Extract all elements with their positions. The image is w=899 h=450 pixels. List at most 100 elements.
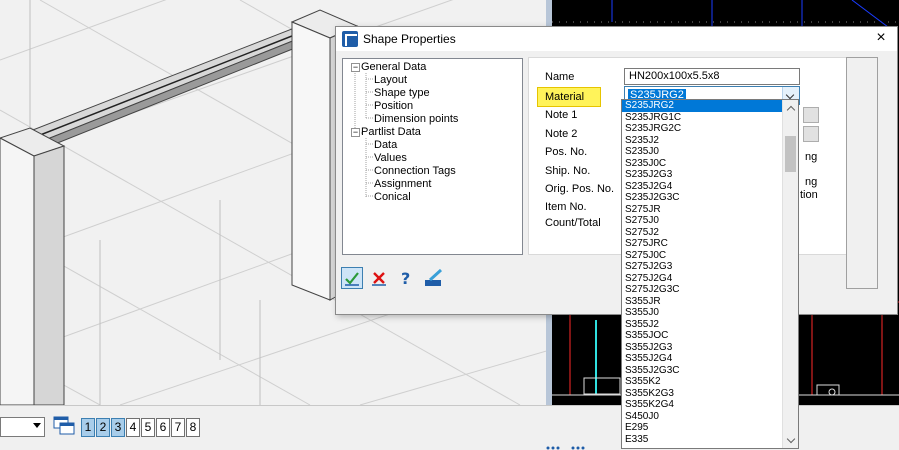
orig-pos-no-label: Orig. Pos. No.: [545, 183, 615, 195]
close-button[interactable]: ×: [871, 28, 891, 48]
dropdown-option[interactable]: S235J0C: [622, 158, 782, 170]
page-tab[interactable]: 7: [171, 418, 185, 437]
dropdown-option[interactable]: S235J2G3: [622, 169, 782, 181]
name-label: Name: [545, 71, 575, 83]
dropdown-option[interactable]: S275J2G4: [622, 273, 782, 285]
dropdown-option[interactable]: E335: [622, 434, 782, 446]
note2-button[interactable]: [803, 126, 819, 142]
ok-check-icon[interactable]: [341, 267, 363, 289]
page-tab[interactable]: 2: [96, 418, 110, 437]
status-strip-icons: [546, 446, 585, 450]
chevron-down-icon: [33, 423, 41, 428]
page-tab[interactable]: 8: [186, 418, 200, 437]
help-question-icon[interactable]: ?: [395, 267, 417, 289]
page-tab[interactable]: 4: [126, 418, 140, 437]
dropdown-option[interactable]: S235JRG1C: [622, 112, 782, 124]
layer-select[interactable]: [0, 417, 45, 437]
dropdown-option[interactable]: S235JRG2: [622, 100, 782, 112]
dropdown-option[interactable]: S275J0: [622, 215, 782, 227]
collapse-toggle-icon[interactable]: −: [351, 128, 360, 137]
dropdown-option[interactable]: E295: [622, 422, 782, 434]
tree-item[interactable]: Conical: [374, 191, 411, 204]
ship-no-label: Ship. No.: [545, 165, 591, 177]
tree-item-label: Connection Tags: [374, 165, 456, 177]
tree-item[interactable]: Connection Tags: [374, 165, 456, 178]
page-tab[interactable]: 3: [111, 418, 125, 437]
tree-item[interactable]: Dimension points: [374, 113, 458, 126]
dropdown-scrollbar[interactable]: [782, 100, 798, 448]
tree-item-label: Dimension points: [374, 113, 459, 125]
material-label: Material: [537, 87, 601, 107]
dropdown-option[interactable]: S235J0: [622, 146, 782, 158]
dropdown-option[interactable]: S235JRG2C: [622, 123, 782, 135]
dialog-titlebar[interactable]: Shape Properties ×: [336, 27, 897, 51]
edit-brush-icon[interactable]: [422, 267, 444, 289]
note1-button[interactable]: [803, 107, 819, 123]
dropdown-option[interactable]: S355K2G4: [622, 399, 782, 411]
property-tree: General Data − Layout Shape type Position Dim…: [342, 58, 523, 255]
collapse-toggle-icon[interactable]: −: [351, 63, 360, 72]
note2-label: Note 2: [545, 128, 578, 140]
partial-option-text: ng: [805, 176, 818, 188]
tree-item[interactable]: General Data: [361, 61, 426, 74]
tree-item-label: General Data: [361, 61, 427, 73]
dropdown-option[interactable]: S355K2: [622, 376, 782, 388]
dropdown-option[interactable]: S355J2G3C: [622, 365, 782, 377]
dropdown-option[interactable]: S355J0: [622, 307, 782, 319]
dropdown-option[interactable]: S275J0C: [622, 250, 782, 262]
side-panel-edge: [846, 57, 878, 289]
dropdown-option[interactable]: S355J2G4: [622, 353, 782, 365]
tree-item[interactable]: Data: [374, 139, 397, 152]
tree-connector-lines: [354, 73, 373, 197]
page-tab[interactable]: 6: [156, 418, 170, 437]
shape-properties-dialog: Shape Properties × General Data − Layout Sh…: [335, 26, 898, 315]
scrollbar-thumb[interactable]: [785, 136, 796, 172]
name-field[interactable]: HN200x100x5.5x8: [624, 68, 800, 85]
tree-item-label: Layout: [374, 74, 408, 86]
dropdown-option[interactable]: S355J2G3: [622, 342, 782, 354]
tree-item-label: Data: [374, 139, 398, 151]
dropdown-option[interactable]: S235J2G3C: [622, 192, 782, 204]
scroll-down-icon[interactable]: [783, 432, 798, 448]
partial-option-text: ng: [805, 151, 818, 163]
ok-check-glyph: [345, 272, 359, 286]
tree-item[interactable]: Position: [374, 100, 413, 113]
tree-item[interactable]: Partlist Data: [361, 126, 421, 139]
page-tab[interactable]: 1: [81, 418, 95, 437]
dialog-toolbar: ?: [341, 267, 451, 292]
count-total-label: Count/Total: [545, 217, 601, 229]
partial-option-text: tion: [800, 189, 818, 201]
cascade-windows-icon[interactable]: [52, 415, 76, 437]
dropdown-option[interactable]: S235J2G4: [622, 181, 782, 193]
dropdown-option[interactable]: S450J0: [622, 411, 782, 423]
tree-item-label: Position: [374, 100, 414, 112]
tree-item-label: Assignment: [374, 178, 432, 190]
dropdown-options: S235JRG2 S235JRG1C S235JRG2C S235J2 S235J0 S2…: [622, 100, 782, 445]
dropdown-option[interactable]: S275J2G3C: [622, 284, 782, 296]
tree-item[interactable]: Assignment: [374, 178, 431, 191]
dropdown-option[interactable]: S275JRC: [622, 238, 782, 250]
pos-no-label: Pos. No.: [545, 146, 588, 158]
cancel-x-glyph: [372, 272, 386, 286]
scroll-up-icon[interactable]: [783, 100, 798, 116]
dialog-title: Shape Properties: [363, 32, 456, 46]
tree-item-label: Values: [374, 152, 407, 164]
page-tab[interactable]: 5: [141, 418, 155, 437]
tree-item[interactable]: Layout: [374, 74, 407, 87]
tree-item[interactable]: Values: [374, 152, 407, 165]
cancel-x-icon[interactable]: [368, 267, 390, 289]
app-logo-icon: [342, 31, 358, 47]
dropdown-option[interactable]: S235J2: [622, 135, 782, 147]
dropdown-option[interactable]: S355K2G3: [622, 388, 782, 400]
dropdown-option[interactable]: S275J2G3: [622, 261, 782, 273]
material-dropdown-list[interactable]: S235JRG2 S235JRG1C S235JRG2C S235J2 S235J0 S2…: [621, 99, 799, 449]
dropdown-option[interactable]: S355J2: [622, 319, 782, 331]
svg-text:?: ?: [401, 269, 410, 288]
dropdown-option[interactable]: S355JOC: [622, 330, 782, 342]
tree-item[interactable]: Shape type: [374, 87, 430, 100]
dropdown-option[interactable]: S275J2: [622, 227, 782, 239]
tree-item-label: Conical: [374, 191, 411, 203]
tree-item-label: Partlist Data: [361, 126, 421, 138]
dropdown-option[interactable]: S275JR: [622, 204, 782, 216]
dropdown-option[interactable]: S355JR: [622, 296, 782, 308]
